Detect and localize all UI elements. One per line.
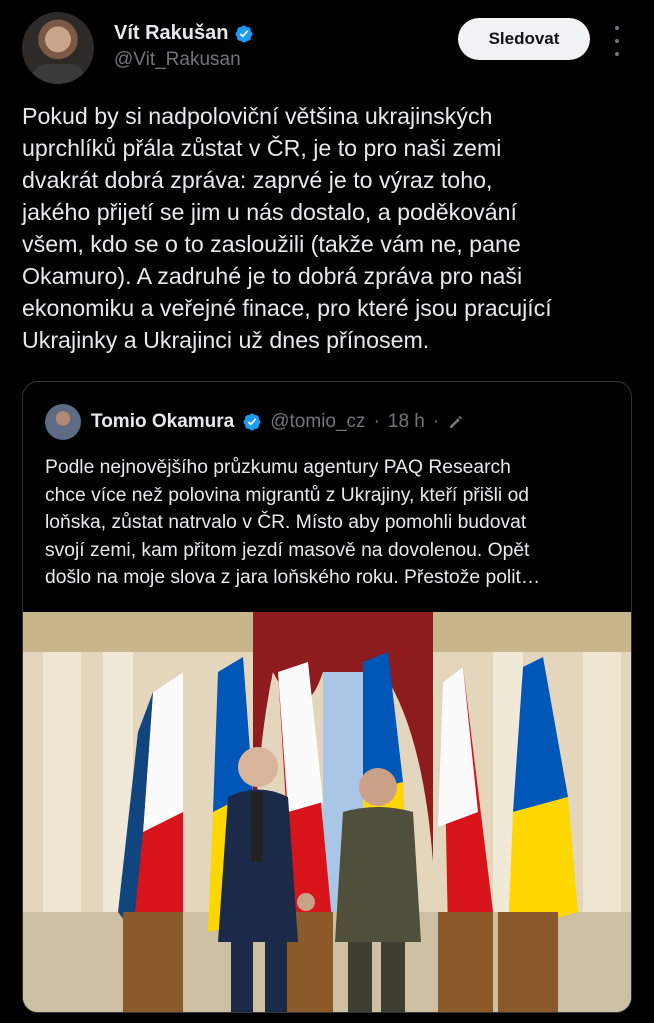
verified-badge-icon <box>243 413 261 431</box>
more-options-icon[interactable] <box>607 26 627 56</box>
quoted-author-handle[interactable]: @tomio_cz <box>270 411 365 433</box>
quoted-tweet-header: Tomio Okamura @tomio_cz · 18 h · <box>45 404 465 440</box>
edited-pencil-icon <box>450 416 463 428</box>
quoted-tweet-photo[interactable] <box>23 612 631 1012</box>
follow-button[interactable]: Sledovat <box>458 18 590 60</box>
author-avatar[interactable] <box>22 12 94 84</box>
quoted-tweet[interactable]: Tomio Okamura @tomio_cz · 18 h · Podle n… <box>22 381 632 1013</box>
quoted-author-display-name[interactable]: Tomio Okamura <box>91 411 234 433</box>
quoted-tweet-time[interactable]: 18 h <box>388 411 425 433</box>
tweet-text: Pokud by si nadpoloviční většina ukrajin… <box>22 103 552 353</box>
quoted-author-avatar[interactable] <box>45 404 81 440</box>
separator-dot: · <box>432 411 440 432</box>
author-names: Vít Rakušan @Vit_Rakusan <box>114 22 254 71</box>
quoted-tweet-text: Podle nejnovějšího průzkumu agentury PAQ… <box>45 457 541 588</box>
photo-illustration <box>23 612 631 1012</box>
verified-badge-icon <box>235 24 254 43</box>
handshake <box>297 893 315 911</box>
author-display-name[interactable]: Vít Rakušan <box>114 22 228 45</box>
tweet-header: Vít Rakušan @Vit_Rakusan Sledovat <box>22 12 632 86</box>
author-display-name-row[interactable]: Vít Rakušan <box>114 22 254 45</box>
separator-dot: · <box>373 411 380 432</box>
author-handle[interactable]: @Vit_Rakusan <box>114 49 254 71</box>
